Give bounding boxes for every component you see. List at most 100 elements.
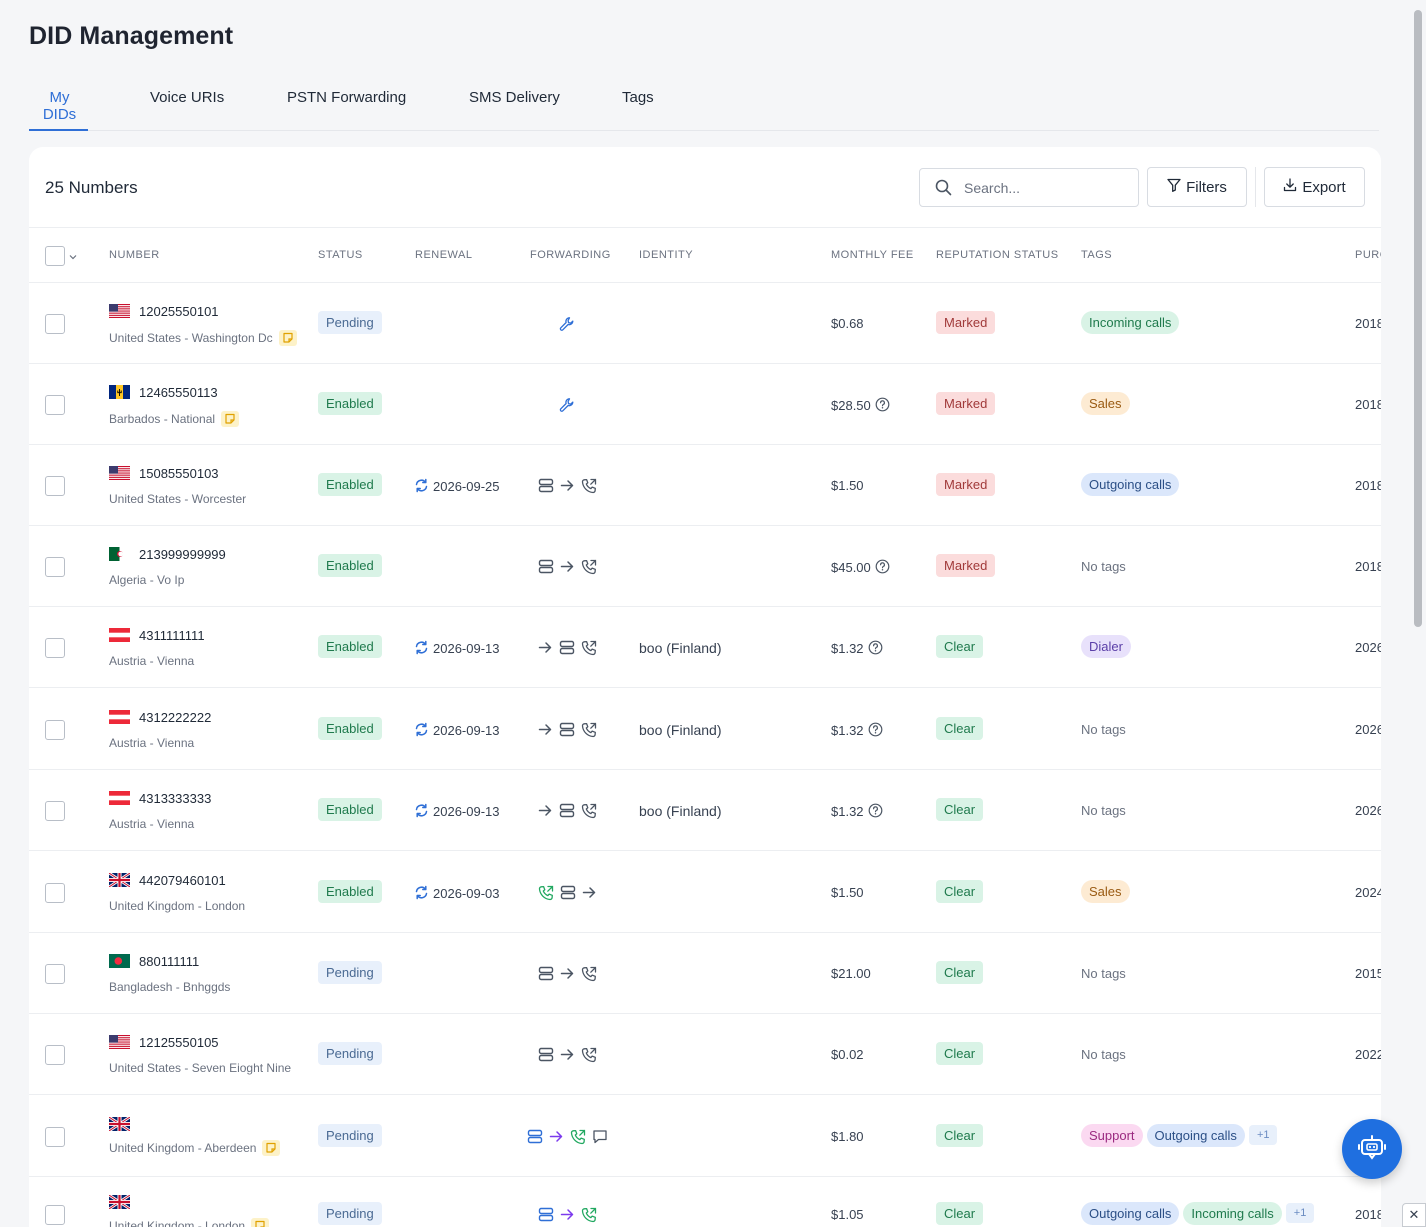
chevron-down-icon[interactable]: [69, 248, 77, 266]
row-checkbox[interactable]: [45, 313, 65, 334]
phone-number[interactable]: 213999999999: [139, 547, 226, 562]
phone-number[interactable]: 880111111: [139, 954, 199, 969]
tag-support[interactable]: Support: [1081, 1123, 1143, 1147]
tag-incoming-calls[interactable]: Incoming calls: [1081, 310, 1180, 334]
row-checkbox[interactable]: [45, 800, 65, 821]
tab-sms-delivery[interactable]: SMS Delivery: [469, 86, 560, 131]
filters-button[interactable]: Filters: [1147, 167, 1247, 207]
note-icon[interactable]: [251, 1218, 270, 1227]
row-checkbox[interactable]: [45, 1204, 65, 1225]
row-checkbox[interactable]: [45, 475, 65, 496]
forwarding-chain[interactable]: [538, 885, 597, 906]
forwarding-chain[interactable]: [559, 397, 575, 418]
auto-renew-icon: [414, 640, 429, 658]
tag-outgoing-calls[interactable]: Outgoing calls: [1146, 1123, 1245, 1147]
table-row[interactable]: 880111111 Bangladesh - Bnhggds Pending $21.…: [29, 933, 1381, 1014]
table-row[interactable]: United Kingdom - London Pending $1.05 Clear…: [29, 1174, 1381, 1227]
select-all-checkbox[interactable]: [45, 246, 65, 266]
export-button[interactable]: Export: [1264, 167, 1365, 207]
forwarding-chain[interactable]: [538, 722, 597, 743]
column-identity[interactable]: IDENTITY: [639, 249, 693, 261]
row-checkbox[interactable]: [45, 1044, 65, 1065]
status-badge: Enabled: [318, 797, 382, 821]
column-purchased[interactable]: PURC: [1355, 249, 1381, 261]
table-row[interactable]: 4313333333 Austria - Vienna Enabled 2026-09…: [29, 770, 1381, 851]
forwarding-chain[interactable]: [559, 316, 575, 337]
search-box[interactable]: [919, 168, 1139, 207]
tag-dialer[interactable]: Dialer: [1081, 634, 1131, 658]
tab-voice-uris[interactable]: Voice URIs: [150, 86, 224, 131]
vertical-scrollbar[interactable]: [1410, 0, 1426, 1227]
phone-number[interactable]: 15085550103: [139, 466, 219, 481]
phone-number[interactable]: 4313333333: [139, 791, 211, 806]
tag-outgoing-calls[interactable]: Outgoing calls: [1081, 1201, 1180, 1225]
phone-number[interactable]: 12025550101: [139, 304, 219, 319]
column-forwarding[interactable]: FORWARDING: [530, 249, 611, 261]
forwarding-chain[interactable]: [538, 1047, 597, 1068]
scrollbar-thumb[interactable]: [1414, 10, 1422, 627]
row-checkbox[interactable]: [45, 882, 65, 903]
table-row[interactable]: 213999999999 Algeria - Vo Ip Enabled $45.00…: [29, 526, 1381, 607]
wrench-icon[interactable]: [559, 397, 575, 418]
column-reputation-status[interactable]: REPUTATION STATUS: [936, 249, 1059, 261]
wrench-icon[interactable]: [559, 316, 575, 337]
table-row[interactable]: 12465550113 Barbados - National Enabled $28…: [29, 364, 1381, 445]
phone-number[interactable]: 442079460101: [139, 873, 226, 888]
phone-number[interactable]: 4311111111: [139, 628, 205, 643]
tag-sales[interactable]: Sales: [1081, 879, 1130, 903]
note-icon[interactable]: [221, 411, 240, 427]
number-location: Austria - Vienna: [109, 736, 194, 750]
help-icon[interactable]: [875, 397, 890, 415]
column-monthly-fee[interactable]: MONTHLY FEE: [831, 249, 914, 261]
reputation-badge: Clear: [936, 879, 984, 903]
status-badge: Pending: [318, 1201, 382, 1225]
row-checkbox[interactable]: [45, 394, 65, 415]
help-icon[interactable]: [868, 640, 883, 658]
phone-number[interactable]: 12465550113: [139, 385, 218, 400]
tab-pstn-forwarding[interactable]: PSTN Forwarding: [287, 86, 406, 131]
auto-renew-icon: [414, 803, 429, 821]
column-number[interactable]: NUMBER: [109, 249, 160, 261]
forwarding-chain[interactable]: [538, 478, 597, 499]
row-checkbox[interactable]: [45, 719, 65, 740]
forwarding-chain[interactable]: [538, 966, 597, 987]
table-row[interactable]: United Kingdom - Aberdeen Pending $1.80 Cle…: [29, 1096, 1381, 1177]
tag-incoming-calls[interactable]: Incoming calls: [1183, 1201, 1282, 1225]
phone-number[interactable]: 4312222222: [139, 710, 211, 725]
note-icon[interactable]: [278, 330, 297, 346]
flag-dz-icon: [109, 547, 130, 561]
location-label: Algeria - Vo Ip: [109, 573, 185, 587]
tag-sales[interactable]: Sales: [1081, 391, 1130, 415]
row-checkbox[interactable]: [45, 1126, 65, 1147]
forwarding-chain[interactable]: [538, 1207, 597, 1227]
row-checkbox[interactable]: [45, 556, 65, 577]
forwarding-chain[interactable]: [538, 559, 597, 580]
row-checkbox[interactable]: [45, 963, 65, 984]
tag-outgoing-calls[interactable]: Outgoing calls: [1081, 472, 1180, 496]
forwarding-chain[interactable]: [538, 640, 597, 661]
help-icon[interactable]: [868, 803, 883, 821]
table-row[interactable]: 12025550101 United States - Washington Dc…: [29, 283, 1381, 364]
column-tags[interactable]: TAGS: [1081, 249, 1112, 261]
search-input[interactable]: [964, 177, 1129, 199]
help-icon[interactable]: [868, 722, 883, 740]
phone-number[interactable]: 12125550105: [139, 1035, 219, 1050]
table-row[interactable]: 4312222222 Austria - Vienna Enabled 2026-09…: [29, 689, 1381, 770]
table-row[interactable]: 442079460101 United Kingdom - London Enabl…: [29, 852, 1381, 933]
tag-more[interactable]: +1: [1285, 1203, 1315, 1223]
table-row[interactable]: 15085550103 United States - Worcester Enab…: [29, 445, 1381, 526]
tab-my-dids[interactable]: My DIDs: [29, 86, 88, 131]
chat-assistant-button[interactable]: [1342, 1119, 1402, 1179]
close-icon[interactable]: ✕: [1402, 1203, 1426, 1227]
table-row[interactable]: 12125550105 United States - Seven Eioght …: [29, 1014, 1381, 1095]
forwarding-chain[interactable]: [538, 803, 597, 824]
table-row[interactable]: 4311111111 Austria - Vienna Enabled 2026-09…: [29, 607, 1381, 688]
row-checkbox[interactable]: [45, 637, 65, 658]
tab-tags[interactable]: Tags: [622, 86, 654, 131]
forwarding-chain[interactable]: [527, 1129, 608, 1150]
column-renewal[interactable]: RENEWAL: [415, 249, 473, 261]
tag-more[interactable]: +1: [1248, 1125, 1278, 1145]
help-icon[interactable]: [875, 559, 890, 577]
note-icon[interactable]: [262, 1140, 281, 1156]
column-status[interactable]: STATUS: [318, 249, 363, 261]
